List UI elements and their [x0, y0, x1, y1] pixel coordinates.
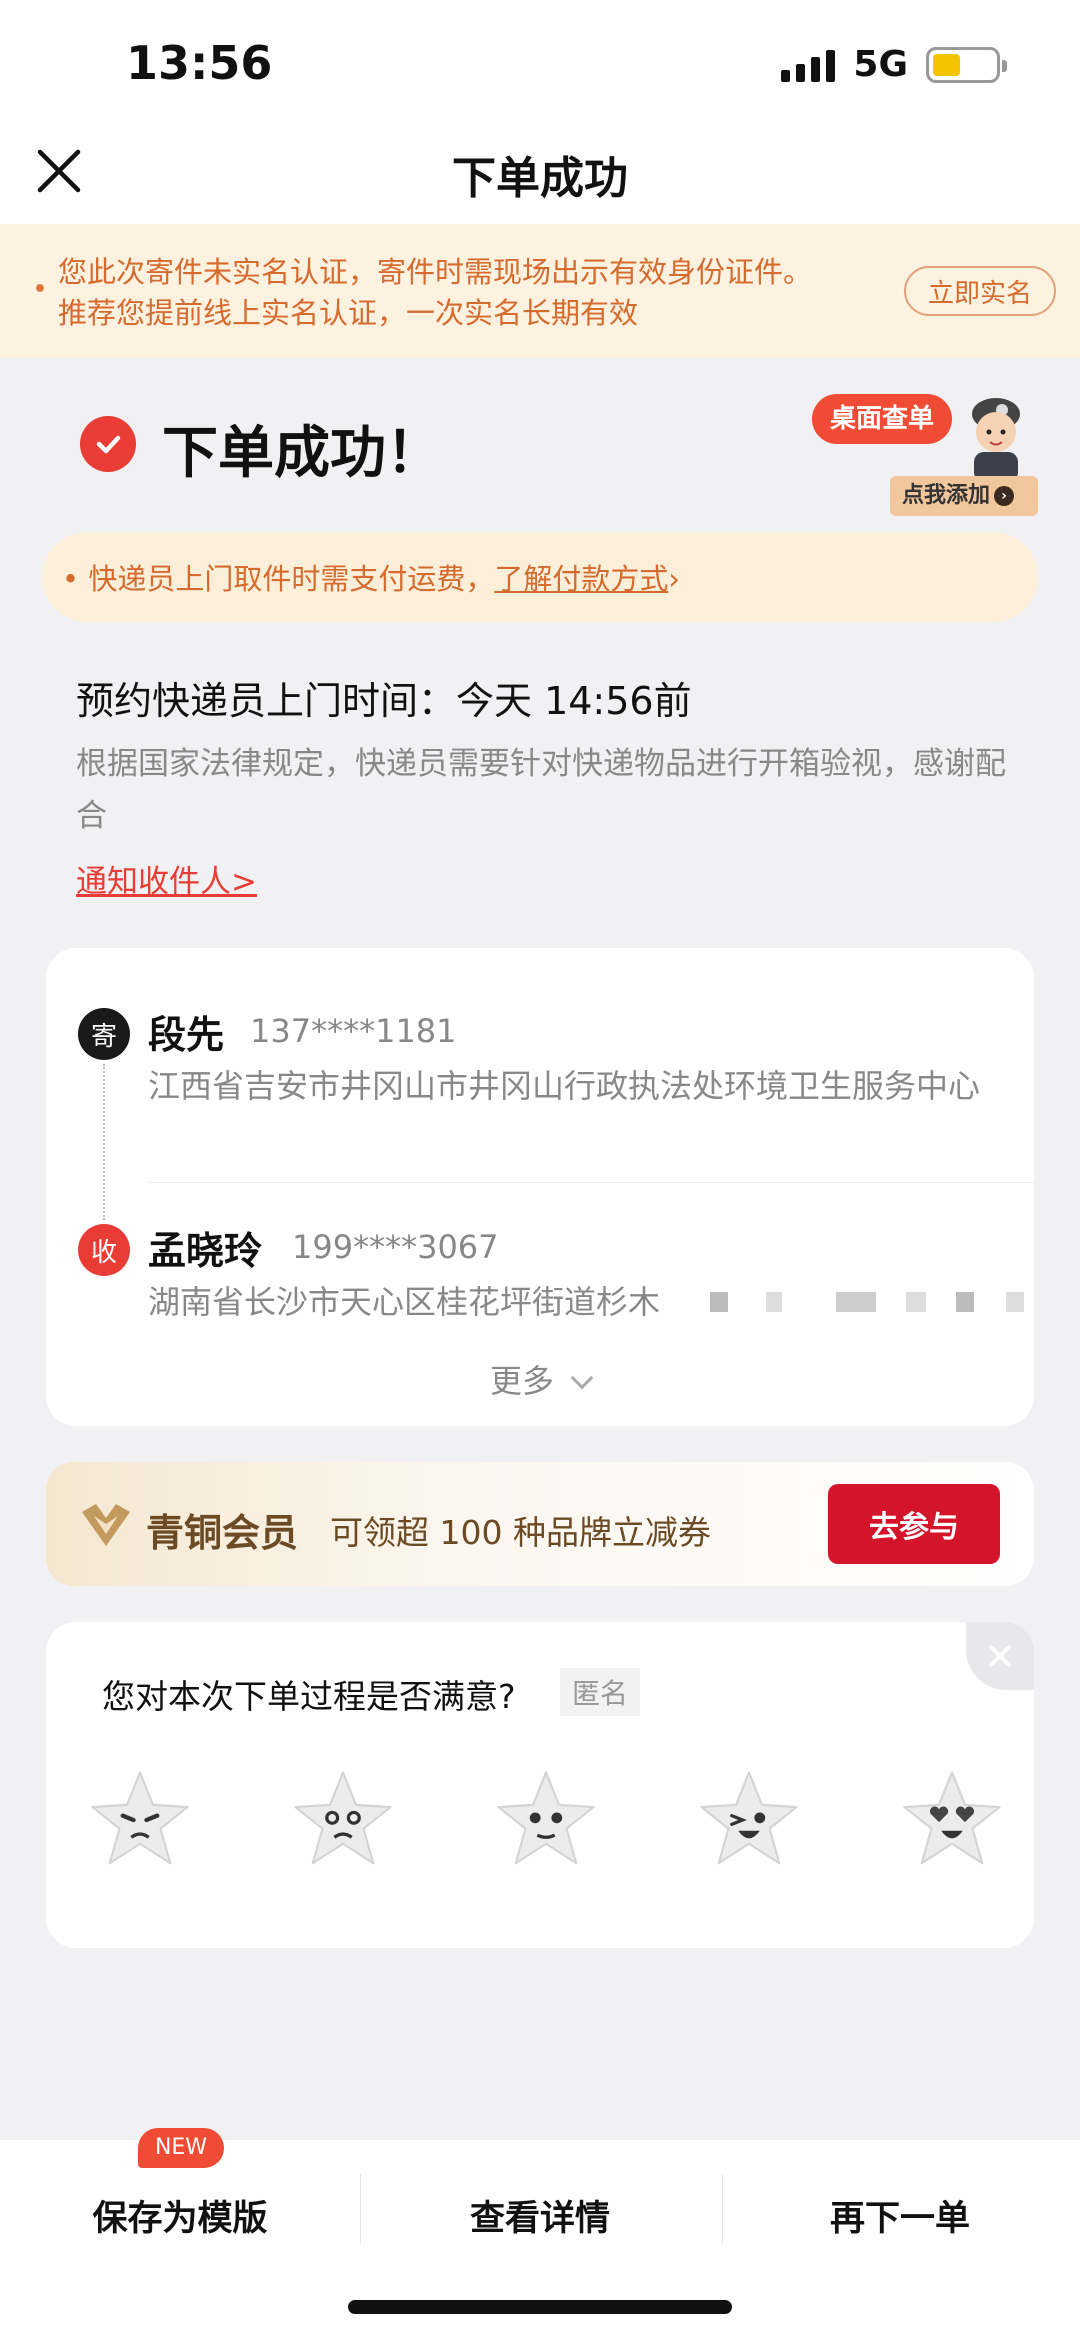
home-indicator [348, 2300, 732, 2314]
network-label: 5G [853, 44, 908, 85]
new-badge: NEW [138, 2128, 224, 2168]
satisfaction-survey: 您对本次下单过程是否满意? 匿名 [46, 1622, 1034, 1948]
notice-line-2: 推荐您提前线上实名认证，一次实名长期有效 [58, 296, 639, 330]
success-title: 下单成功！ [162, 421, 442, 486]
save-template-button[interactable]: 保存为模版 [0, 2190, 360, 2241]
anonymous-tag: 匿名 [560, 1668, 641, 1716]
status-time: 13:56 [126, 36, 273, 90]
close-icon[interactable] [966, 1622, 1034, 1690]
chevron-right-icon[interactable]: › [668, 562, 680, 596]
more-button[interactable]: 更多 [46, 1356, 1034, 1402]
nav-bar: 下单成功 [0, 120, 1080, 224]
neutral-star-icon[interactable] [492, 1766, 600, 1874]
realname-button[interactable]: 立即实名 [904, 266, 1056, 316]
join-button[interactable]: 去参与 [828, 1484, 1000, 1564]
page-title: 下单成功 [452, 153, 628, 204]
notice-dot-icon [36, 284, 44, 292]
status-bar: 13:56 5G [0, 0, 1080, 120]
reorder-button[interactable]: 再下一单 [720, 2190, 1080, 2241]
desktop-widget-promo[interactable]: 桌面查单 点我添加 › [810, 392, 1040, 522]
battery-icon [926, 46, 1007, 83]
more-label: 更多 [489, 1362, 554, 1400]
notify-receiver-link[interactable]: 通知收件人> [76, 856, 257, 901]
member-description: 可领超 100 种品牌立减券 [330, 1513, 711, 1552]
payment-notice: • 快递员上门取件时需支付运费，了解付款方式› [42, 532, 1038, 622]
sender-name: 段先 [148, 1013, 225, 1057]
payment-notice-prefix: • 快递员上门取件时需支付运费， [62, 562, 495, 596]
masked-address-blur [706, 1286, 1034, 1316]
love-star-icon[interactable] [898, 1766, 1006, 1874]
sad-star-icon[interactable] [289, 1766, 397, 1874]
happy-star-icon[interactable] [695, 1766, 803, 1874]
check-circle-icon [80, 416, 136, 472]
member-title: 青铜会员 [146, 1511, 299, 1555]
notice-text: 您此次寄件未实名认证，寄件时需现场出示有效身份证件。 推荐您提前线上实名认证，一… [58, 252, 898, 334]
bronze-member-icon [82, 1504, 130, 1546]
view-details-button[interactable]: 查看详情 [360, 2190, 720, 2241]
chevron-down-icon [570, 1366, 594, 1390]
address-card: 寄 段先 137****1181 江西省吉安市井冈山市井冈山行政执法处环境卫生服… [46, 948, 1034, 1426]
receiver-tag: 收 [78, 1224, 130, 1276]
widget-add-button[interactable]: 点我添加 › [890, 476, 1038, 516]
sender-address: 江西省吉安市井冈山市井冈山行政执法处环境卫生服务中心 [148, 1067, 981, 1105]
widget-add-label: 点我添加 [902, 483, 991, 508]
status-indicators: 5G [781, 44, 1007, 85]
arrow-right-icon: › [994, 486, 1015, 506]
battery-level [933, 53, 960, 76]
appointment-time: 预约快递员上门时间：今天 14:56前 [76, 679, 692, 723]
rating-row [86, 1766, 1006, 1874]
notice-line-1: 您此次寄件未实名认证，寄件时需现场出示有效身份证件。 [58, 255, 813, 289]
payment-notice-text: • 快递员上门取件时需支付运费，了解付款方式› [62, 556, 680, 598]
receiver-phone: 199****3067 [292, 1228, 499, 1266]
angry-star-icon[interactable] [86, 1766, 194, 1874]
realname-notice: 您此次寄件未实名认证，寄件时需现场出示有效身份证件。 推荐您提前线上实名认证，一… [0, 224, 1080, 358]
courier-mascot-icon [972, 398, 1020, 482]
divider [146, 1182, 1034, 1183]
sender-phone: 137****1181 [250, 1012, 457, 1050]
payment-method-link[interactable]: 了解付款方式 [494, 562, 668, 596]
sender-tag: 寄 [78, 1008, 130, 1060]
survey-question: 您对本次下单过程是否满意? [102, 1677, 516, 1716]
member-banner: 青铜会员 可领超 100 种品牌立减券 去参与 [46, 1462, 1034, 1586]
inspection-notice: 根据国家法律规定，快递员需要针对快递物品进行开箱验视，感谢配合 [76, 746, 1006, 834]
route-connector [103, 1064, 105, 1220]
signal-icon [781, 48, 836, 82]
widget-bubble[interactable]: 桌面查单 [812, 394, 953, 444]
receiver-address: 湖南省长沙市天心区桂花坪街道杉木 [148, 1283, 661, 1321]
receiver-name: 孟晓玲 [148, 1229, 263, 1273]
